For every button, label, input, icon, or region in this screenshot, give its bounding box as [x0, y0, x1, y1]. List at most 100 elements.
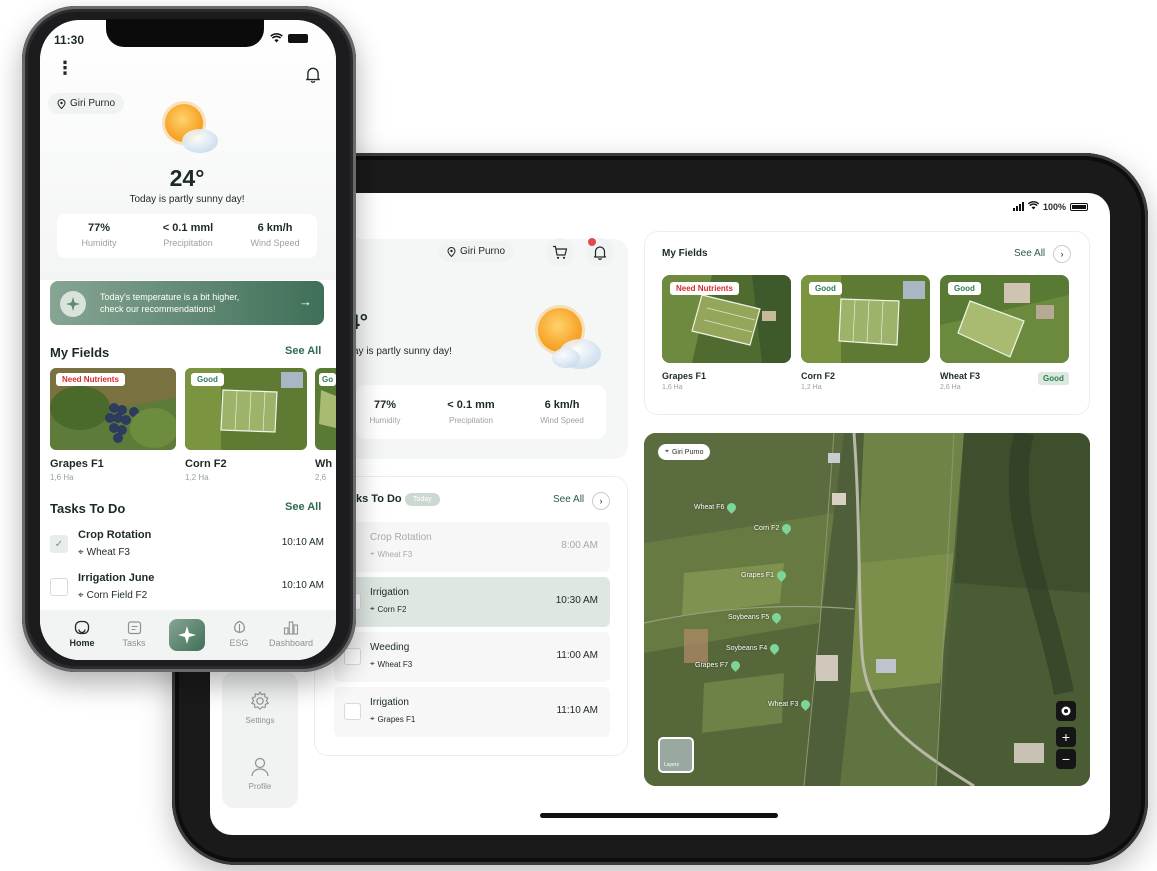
task-row[interactable]: Weeding ⌖ Wheat F3 11:00 AM — [334, 632, 610, 682]
phone-clock: 11:30 — [54, 33, 85, 47]
nav-label: Dashboard — [268, 638, 314, 648]
arrow-right-icon: → — [299, 294, 312, 309]
sidebar-item-settings[interactable]: Settings — [222, 690, 298, 725]
field-card-corn[interactable]: Good Corn F2 1,2 Ha — [801, 275, 930, 391]
task-row[interactable]: Irrigation ⌖ Corn F2 10:30 AM — [334, 577, 610, 627]
nav-label: Tasks — [122, 638, 146, 648]
field-status-badge: Good — [948, 282, 981, 295]
map-zoom-out-button[interactable]: − — [1056, 749, 1076, 769]
map-field-marker[interactable]: Soybeans F4 — [726, 642, 782, 655]
field-size: 2,6 — [315, 473, 327, 482]
task-row[interactable]: Irrigation ⌖ Grapes F1 11:10 AM — [334, 687, 610, 737]
tablet-fields-see-all[interactable]: See All — [1014, 248, 1045, 259]
field-aerial-image: Good — [801, 275, 930, 363]
task-name: Crop Rotation — [78, 529, 152, 541]
field-aerial-image: Good — [185, 368, 307, 450]
chevron-right-icon: › — [1060, 249, 1064, 259]
field-map[interactable]: ⌖ Giri Purno Wheat F6 Corn F2 Grapes F1 … — [644, 433, 1090, 786]
task-location-label: Corn F2 — [377, 604, 407, 614]
map-locate-button[interactable] — [1056, 701, 1076, 721]
map-field-marker[interactable]: Corn F2 — [754, 522, 794, 535]
notification-dot — [588, 238, 596, 246]
phone-task-row[interactable]: Irrigation June ⌖ Corn Field F2 10:10 AM — [50, 568, 324, 608]
ai-assistant-button[interactable] — [169, 619, 205, 651]
tablet-location-label: Giri Purno — [460, 246, 506, 257]
phone-location-chip[interactable]: Giri Purno — [48, 93, 125, 114]
phone-stat-wind: 6 km/h Wind Speed — [243, 222, 307, 248]
nav-item-dashboard[interactable]: Dashboard — [261, 620, 321, 648]
task-row[interactable]: Crop Rotation ⌖ Wheat F3 8:00 AM — [334, 522, 610, 572]
task-checkbox-checked[interactable]: ✓ — [50, 535, 68, 553]
recommendation-banner[interactable]: Today's temperature is a bit higher, che… — [50, 281, 324, 325]
task-checkbox[interactable] — [344, 648, 361, 665]
task-location: ⌖ Wheat F3 — [370, 659, 412, 669]
field-name: Corn F2 — [801, 371, 836, 381]
stat-value: < 0.1 mm — [447, 399, 495, 411]
location-pin-icon — [57, 98, 66, 109]
map-field-marker[interactable]: Wheat F3 — [768, 698, 813, 711]
tablet-home-indicator[interactable] — [540, 813, 778, 818]
map-pin-icon — [770, 611, 784, 624]
map-field-marker[interactable]: Soybeans F5 — [728, 611, 784, 624]
phone-notifications-button[interactable] — [305, 66, 321, 88]
field-card-grapes[interactable]: Need Nutrients Grapes F1 1,6 Ha — [50, 368, 176, 482]
field-status-pill: Good — [1038, 372, 1069, 385]
sidebar-item-profile[interactable]: Profile — [222, 756, 298, 791]
stat-label: Humidity — [369, 416, 401, 425]
map-marker-label: Grapes F1 — [741, 572, 775, 579]
task-name: Weeding — [370, 642, 410, 653]
sun-cloud-icon — [522, 296, 604, 379]
nav-item-tasks[interactable]: Tasks — [104, 620, 164, 648]
chart-icon — [283, 621, 299, 635]
field-status-badge: Good — [809, 282, 842, 295]
map-field-marker[interactable]: Grapes F1 — [741, 569, 788, 582]
phone-task-row[interactable]: ✓ Crop Rotation ⌖ Wheat F3 10:10 AM — [50, 525, 324, 565]
task-location: ⌖ Grapes F1 — [370, 714, 415, 724]
task-checkbox[interactable] — [344, 703, 361, 720]
nav-label: Home — [69, 638, 95, 648]
task-name: Crop Rotation — [370, 532, 432, 543]
task-location-label: Wheat F3 — [377, 659, 413, 669]
tablet-location-chip[interactable]: Giri Purno — [438, 241, 515, 262]
map-layers-button[interactable]: Layers — [658, 737, 694, 773]
tablet-tasks-see-all[interactable]: See All — [553, 494, 584, 505]
field-size: 1,6 Ha — [50, 473, 74, 482]
location-pin-icon: ⌖ — [78, 590, 84, 601]
menu-kebab-icon[interactable]: ⋮ — [56, 59, 74, 77]
tablet-tasks-see-all-arrow[interactable]: › — [592, 492, 610, 510]
field-aerial-image: Go — [315, 368, 336, 450]
wifi-icon — [1027, 201, 1040, 212]
map-field-marker[interactable]: Wheat F6 — [694, 501, 739, 514]
task-checkbox[interactable] — [50, 578, 68, 596]
phone-tasks-see-all[interactable]: See All — [285, 501, 321, 513]
field-card-grapes[interactable]: Need Nutrients Grapes F1 1,6 Ha — [662, 275, 791, 391]
phone-stat-humidity: 77% Humidity — [69, 222, 129, 248]
tasks-today-pill[interactable]: Today — [405, 493, 440, 506]
stat-label: Wind Speed — [250, 238, 300, 248]
task-time: 10:10 AM — [281, 537, 324, 548]
nav-item-esg[interactable]: ESG — [209, 620, 269, 648]
task-name: Irrigation June — [78, 572, 155, 584]
sparkle-icon — [60, 291, 86, 317]
nav-item-home[interactable]: Home — [52, 620, 112, 648]
field-size: 1,2 Ha — [801, 384, 822, 391]
battery-icon — [288, 33, 308, 43]
map-marker-label: Corn F2 — [754, 525, 780, 532]
field-card-corn[interactable]: Good Corn F2 1,2 Ha — [185, 368, 307, 482]
map-marker-label: Soybeans F4 — [726, 645, 768, 652]
home-icon — [74, 620, 90, 635]
field-card-wheat[interactable]: Go Wh 2,6 — [315, 368, 336, 482]
tablet-notifications-button[interactable] — [586, 238, 614, 266]
signal-icon — [1012, 202, 1024, 211]
stat-label: Wind Speed — [540, 416, 584, 425]
phone-fields-see-all[interactable]: See All — [285, 345, 321, 357]
map-marker-label: Wheat F3 — [768, 701, 799, 708]
cart-button[interactable] — [546, 238, 574, 266]
map-location-chip[interactable]: ⌖ Giri Purno — [658, 444, 711, 460]
map-zoom-in-button[interactable]: + — [1056, 727, 1076, 747]
map-field-marker[interactable]: Grapes F7 — [695, 659, 742, 672]
battery-percent: 100% — [1042, 201, 1066, 212]
phone-location-label: Giri Purno — [70, 98, 116, 109]
field-status-badge: Go — [319, 373, 336, 386]
tablet-fields-see-all-arrow[interactable]: › — [1053, 245, 1071, 263]
